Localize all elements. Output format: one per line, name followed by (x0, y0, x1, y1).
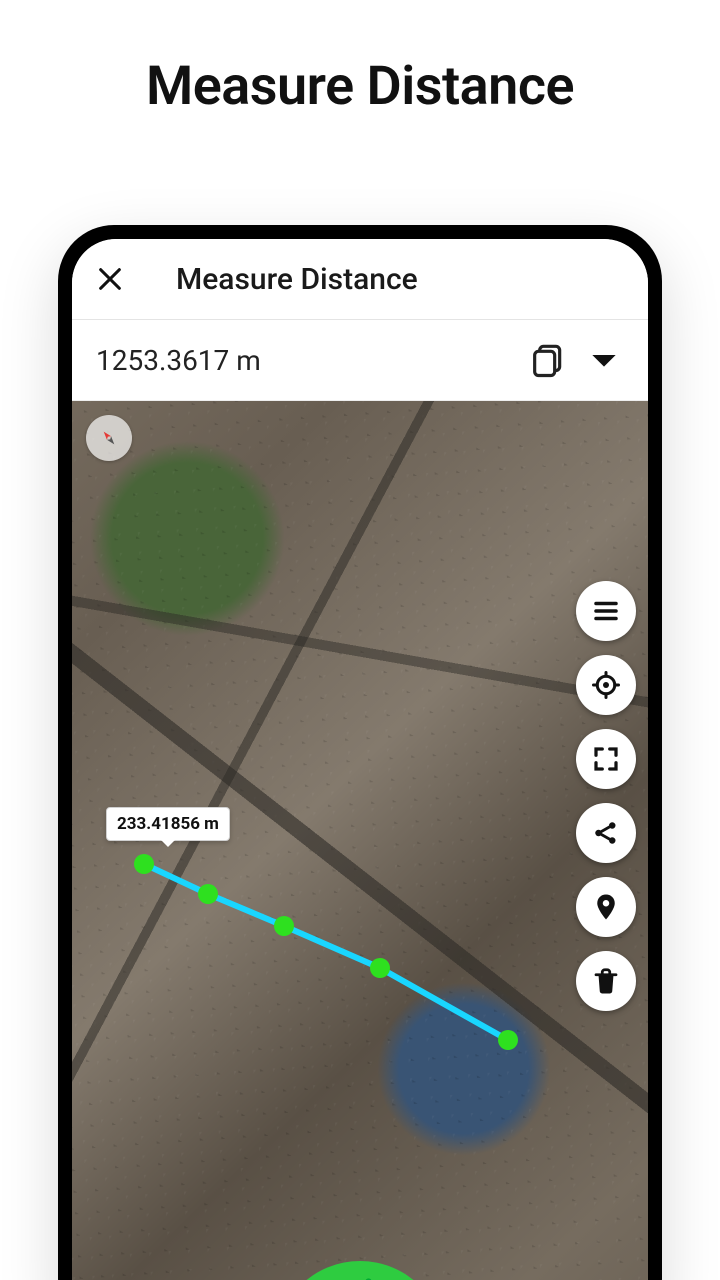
copy-icon (528, 340, 568, 380)
map-view[interactable]: 233.41856 m (72, 401, 648, 1280)
trash-button[interactable] (576, 951, 636, 1011)
close-button[interactable] (92, 261, 128, 297)
locate-button[interactable] (576, 655, 636, 715)
menu-icon (591, 596, 621, 626)
pin-button[interactable] (576, 877, 636, 937)
pin-icon (591, 892, 621, 922)
route-icon (343, 1273, 377, 1280)
unit-dropdown[interactable] (584, 340, 624, 380)
fullscreen-button[interactable] (576, 729, 636, 789)
compass-icon (98, 427, 120, 449)
menu-button[interactable] (576, 581, 636, 641)
total-distance-value: 1253.3617 m (96, 344, 512, 377)
fullscreen-icon (591, 744, 621, 774)
measurement-bar: 1253.3617 m (72, 320, 648, 401)
app-title: Measure Distance (176, 262, 418, 297)
app-header: Measure Distance (72, 239, 648, 320)
phone-frame: Measure Distance 1253.3617 m (58, 225, 662, 1280)
phone-screen: Measure Distance 1253.3617 m (72, 239, 648, 1280)
map-action-column (576, 581, 636, 1011)
close-icon (96, 265, 124, 293)
segment-tooltip: 233.41856 m (106, 807, 230, 841)
compass-button[interactable] (86, 415, 132, 461)
copy-button[interactable] (528, 340, 568, 380)
share-icon (591, 818, 621, 848)
locate-icon (591, 670, 621, 700)
trash-icon (591, 966, 621, 996)
promo-title: Measure Distance (0, 55, 720, 118)
chevron-down-icon (584, 340, 624, 380)
share-button[interactable] (576, 803, 636, 863)
